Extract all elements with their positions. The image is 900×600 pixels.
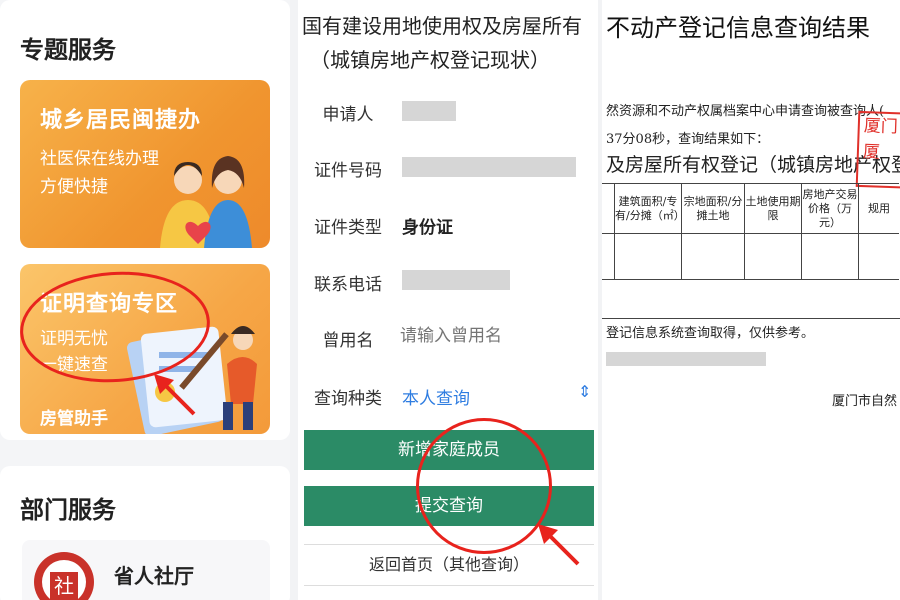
label-phone: 联系电话 bbox=[314, 275, 382, 295]
table-cell bbox=[858, 233, 899, 280]
section-title-department-services: 部门服务 bbox=[20, 496, 116, 524]
divider bbox=[602, 318, 900, 319]
label-former-name: 曾用名 bbox=[322, 331, 374, 351]
banner-subtitle-2: 方便快捷 bbox=[40, 177, 108, 197]
annotation-arrow-icon bbox=[538, 524, 580, 566]
dept-name: 省人社厅 bbox=[114, 564, 194, 588]
section-title-special-services: 专题服务 bbox=[20, 36, 116, 64]
phone-value-masked[interactable] bbox=[402, 270, 510, 290]
table-cell bbox=[602, 233, 615, 280]
id-number-value-masked[interactable] bbox=[402, 157, 576, 177]
form-header-title: 国有建设用地使用权及房屋所有 bbox=[302, 14, 582, 38]
table-header-cell: 土地使用期限 bbox=[744, 183, 802, 234]
result-title: 不动产登记信息查询结果 bbox=[606, 14, 870, 42]
property-query-form-panel: 国有建设用地使用权及房屋所有 （城镇房地产权登记现状） 申请人 证件号码 证件类… bbox=[298, 0, 598, 600]
table-cell bbox=[681, 233, 745, 280]
table-cell bbox=[801, 233, 859, 280]
banner-title: 城乡居民闽捷办 bbox=[40, 108, 202, 133]
result-time-line: 37分08秒，查询结果如下： bbox=[606, 132, 770, 147]
registration-table: 建筑面积/专有/分摊（㎡） 宗地面积/分摊土地 土地使用期限 房地产交易价格（万… bbox=[602, 183, 899, 280]
label-id-type: 证件类型 bbox=[314, 218, 382, 238]
result-intro-line: 然资源和不动产权属档案中心申请查询被查询人( bbox=[606, 104, 885, 119]
hrss-seal-icon: 社 bbox=[34, 552, 94, 600]
table-header-cell: 宗地面积/分摊土地 bbox=[681, 183, 745, 234]
form-header-subtitle: （城镇房地产权登记现状） bbox=[310, 48, 550, 72]
result-footer-authority: 厦门市自然 bbox=[832, 394, 898, 409]
official-seal-icon: 厦门 厦 bbox=[855, 110, 900, 190]
chevron-updown-icon[interactable]: ⇕ bbox=[578, 382, 591, 401]
family-illustration-icon bbox=[160, 156, 252, 248]
result-note: 登记信息系统查询取得，仅供参考。 bbox=[606, 326, 815, 341]
applicant-value-masked[interactable] bbox=[402, 101, 456, 121]
annotation-arrow-icon bbox=[154, 374, 196, 416]
query-type-select[interactable]: 本人查询 bbox=[402, 384, 470, 409]
table-cell bbox=[744, 233, 802, 280]
banner-tag: 房管助手 bbox=[40, 409, 108, 429]
table-header-cell: 建筑面积/专有/分摊（㎡） bbox=[614, 183, 685, 234]
annotation-circle bbox=[416, 418, 552, 554]
table-header-cell bbox=[602, 183, 615, 234]
left-panel: 专题服务 城乡居民闽捷办 社医保在线办理 方便快捷 证明查询专区 证明无忧 一键… bbox=[0, 0, 290, 600]
dept-item-provincial-hrss[interactable]: 社 省人社厅 bbox=[22, 540, 270, 600]
table-header-cell: 规用 bbox=[858, 183, 899, 234]
label-id-number: 证件号码 bbox=[314, 161, 382, 181]
former-name-input[interactable] bbox=[398, 322, 582, 350]
label-query-type: 查询种类 bbox=[314, 389, 382, 409]
id-type-value[interactable]: 身份证 bbox=[402, 213, 453, 238]
label-applicant: 申请人 bbox=[322, 105, 374, 125]
table-header-cell: 房地产交易价格（万元） bbox=[801, 183, 859, 234]
banner-minjieban[interactable]: 城乡居民闽捷办 社医保在线办理 方便快捷 bbox=[20, 80, 270, 248]
masked-info bbox=[606, 352, 766, 366]
table-cell bbox=[614, 233, 682, 280]
query-result-panel: 不动产登记信息查询结果 然资源和不动产权属档案中心申请查询被查询人( 37分08… bbox=[602, 0, 900, 600]
